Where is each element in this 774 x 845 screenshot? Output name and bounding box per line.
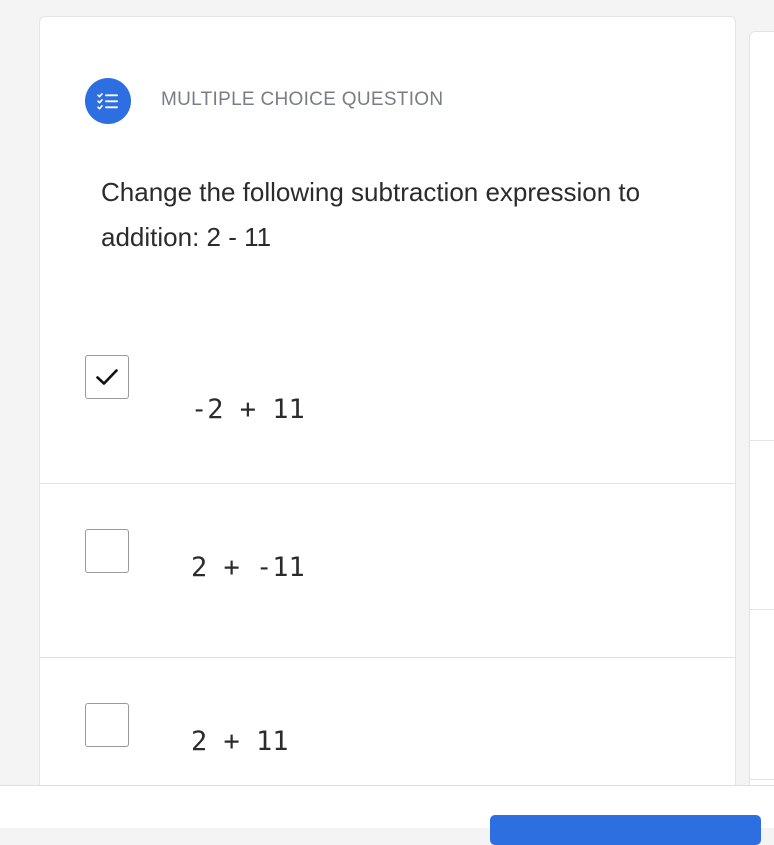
answer-option[interactable]: 2 + -11 bbox=[40, 483, 735, 658]
question-type-badge bbox=[85, 78, 131, 124]
answer-option[interactable]: 2 + 11 bbox=[40, 657, 735, 797]
answer-option-label: 2 + -11 bbox=[191, 552, 305, 583]
submit-button[interactable] bbox=[490, 815, 761, 845]
side-divider bbox=[750, 779, 774, 780]
answer-checkbox[interactable] bbox=[85, 703, 129, 747]
next-question-card bbox=[749, 31, 774, 811]
answer-checkbox-checked[interactable] bbox=[85, 355, 129, 399]
bottom-bar bbox=[0, 785, 774, 845]
list-check-icon bbox=[97, 93, 118, 110]
checkmark-icon bbox=[96, 369, 118, 385]
question-card: MULTIPLE CHOICE QUESTION Change the foll… bbox=[39, 16, 736, 796]
side-divider bbox=[750, 609, 774, 610]
side-divider bbox=[750, 440, 774, 441]
answer-option-label: -2 + 11 bbox=[191, 394, 305, 425]
answer-option[interactable]: -2 + 11 bbox=[40, 337, 735, 484]
question-text: Change the following subtraction express… bbox=[101, 177, 641, 252]
answer-option-label: 2 + 11 bbox=[191, 726, 289, 757]
answer-checkbox[interactable] bbox=[85, 529, 129, 573]
question-type-label: MULTIPLE CHOICE QUESTION bbox=[161, 89, 444, 110]
